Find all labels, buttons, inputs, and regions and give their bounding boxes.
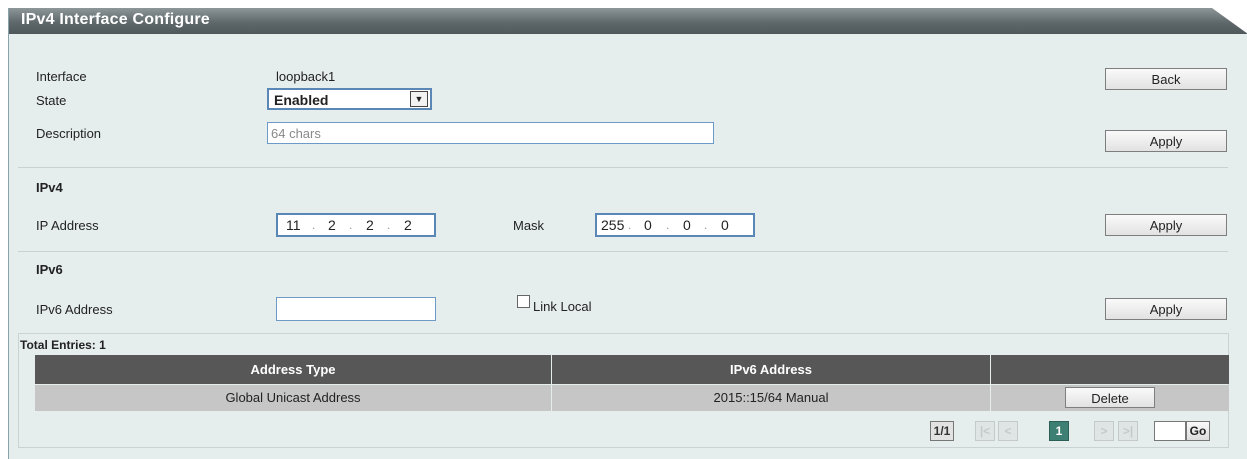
description-label: Description bbox=[36, 126, 102, 141]
mask-octet-3[interactable]: 0 bbox=[683, 217, 691, 233]
description-input[interactable]: 64 chars bbox=[267, 122, 714, 144]
state-select[interactable]: Enabled ▼ bbox=[267, 88, 432, 110]
column-header-address-type: Address Type bbox=[35, 355, 551, 384]
ipv6-address-label: IPv6 Address bbox=[36, 302, 113, 317]
ipv6-address-input[interactable] bbox=[276, 297, 436, 321]
ip-dot: . bbox=[349, 218, 353, 232]
total-entries: Total Entries: 1 bbox=[20, 338, 106, 352]
go-button[interactable]: Go bbox=[1186, 421, 1210, 441]
column-divider bbox=[990, 355, 991, 411]
ip-address-input[interactable]: 11 . 2 . 2 . 2 bbox=[276, 213, 436, 237]
link-local-checkbox[interactable] bbox=[517, 295, 530, 308]
mask-label: Mask bbox=[513, 218, 545, 233]
ip-octet-2[interactable]: 2 bbox=[328, 217, 336, 233]
table-cell-address-type: Global Unicast Address bbox=[35, 385, 551, 411]
interface-value: loopback1 bbox=[276, 69, 336, 84]
section-divider bbox=[18, 251, 1228, 252]
mask-dot: . bbox=[666, 218, 670, 232]
next-page-button[interactable]: > bbox=[1094, 421, 1114, 441]
mask-octet-1[interactable]: 255 bbox=[601, 217, 624, 233]
chevron-down-icon[interactable]: ▼ bbox=[410, 91, 428, 107]
ip-octet-4[interactable]: 2 bbox=[404, 217, 412, 233]
ipv6-section-title: IPv6 bbox=[36, 262, 63, 277]
ipv4-section-title: IPv4 bbox=[36, 180, 63, 195]
apply-ipv4-button[interactable]: Apply bbox=[1105, 214, 1227, 236]
ip-dot: . bbox=[312, 218, 316, 232]
table-cell-ipv6-address: 2015::15/64 Manual bbox=[552, 385, 990, 411]
last-page-button[interactable]: >| bbox=[1118, 421, 1138, 441]
column-header-ipv6-address: IPv6 Address bbox=[552, 355, 990, 384]
column-header-action bbox=[991, 355, 1229, 384]
ip-octet-1[interactable]: 11 bbox=[286, 217, 301, 233]
description-placeholder: 64 chars bbox=[271, 126, 321, 141]
apply-ipv6-button[interactable]: Apply bbox=[1105, 298, 1227, 320]
page-number-input[interactable] bbox=[1154, 421, 1186, 441]
page-title: IPv4 Interface Configure bbox=[21, 11, 210, 28]
ip-dot: . bbox=[387, 218, 391, 232]
title-bar-corner bbox=[1212, 8, 1247, 34]
page-count: 1/1 bbox=[930, 421, 954, 441]
section-divider bbox=[18, 167, 1228, 168]
column-divider bbox=[551, 355, 552, 411]
interface-label: Interface bbox=[36, 69, 87, 84]
state-label: State bbox=[36, 93, 67, 108]
title-bar: IPv4 Interface Configure bbox=[9, 8, 1247, 34]
current-page-button[interactable]: 1 bbox=[1049, 421, 1069, 441]
ip-address-label: IP Address bbox=[36, 218, 99, 233]
apply-description-button[interactable]: Apply bbox=[1105, 130, 1227, 152]
delete-button[interactable]: Delete bbox=[1065, 387, 1155, 408]
mask-dot: . bbox=[704, 218, 708, 232]
mask-octet-2[interactable]: 0 bbox=[644, 217, 652, 233]
link-local-label: Link Local bbox=[533, 299, 592, 314]
ip-octet-3[interactable]: 2 bbox=[366, 217, 374, 233]
mask-input[interactable]: 255 . 0 . 0 . 0 bbox=[595, 213, 755, 237]
mask-octet-4[interactable]: 0 bbox=[721, 217, 729, 233]
back-button[interactable]: Back bbox=[1105, 68, 1227, 90]
first-page-button[interactable]: |< bbox=[975, 421, 995, 441]
state-select-value: Enabled bbox=[274, 92, 329, 108]
mask-dot: . bbox=[628, 218, 632, 232]
previous-page-button[interactable]: < bbox=[998, 421, 1018, 441]
